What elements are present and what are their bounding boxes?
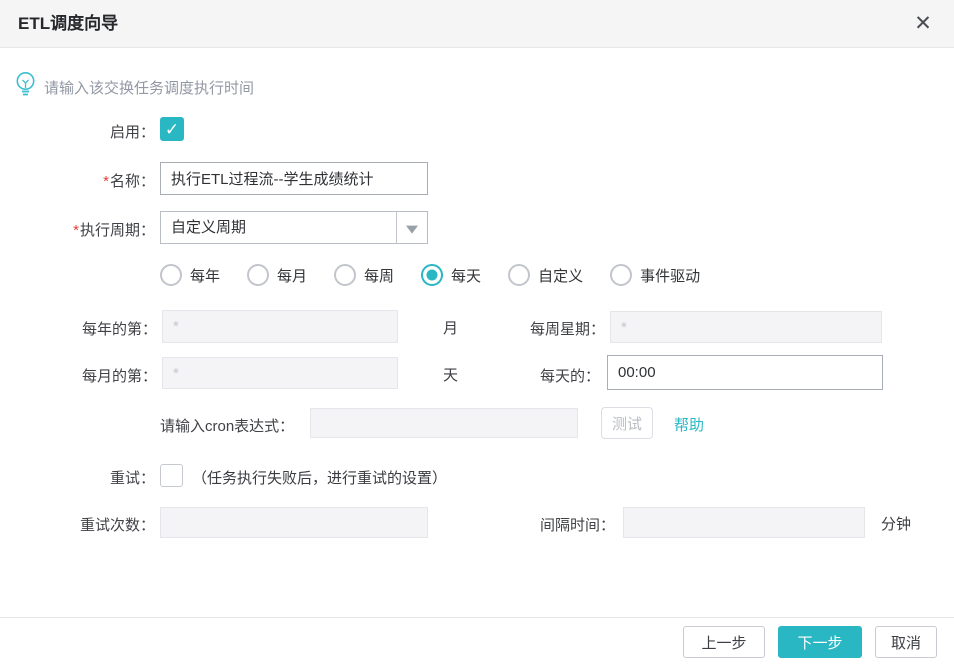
radio-icon — [610, 264, 632, 286]
required-mark: * — [73, 222, 79, 239]
close-icon[interactable]: ✕ — [908, 0, 938, 48]
etl-wizard-dialog: ETL调度向导 ✕ 请输入该交换任务调度执行时间 启用： *名称： *执行周期：… — [0, 0, 954, 670]
radio-option-yearly[interactable]: 每年 — [160, 264, 220, 286]
month-day-input — [162, 357, 398, 389]
tip-text: 请输入该交换任务调度执行时间 — [44, 77, 254, 98]
cron-help-link[interactable]: 帮助 — [674, 414, 704, 435]
radio-option-custom[interactable]: 自定义 — [508, 264, 583, 286]
retry-label: 重试： — [0, 467, 155, 488]
next-step-button[interactable]: 下一步 — [778, 626, 862, 658]
name-label: *名称： — [0, 170, 155, 191]
name-input[interactable] — [160, 162, 428, 195]
frequency-radio-group: 每年 每月 每周 每天 自定义 事件驱动 — [160, 264, 700, 286]
radio-icon — [508, 264, 530, 286]
dialog-header: ETL调度向导 ✕ — [0, 0, 954, 48]
year-day-label: 每年的第： — [0, 318, 157, 339]
month-day-label: 每月的第： — [0, 365, 157, 386]
dialog-title: ETL调度向导 — [18, 0, 118, 48]
cron-label: 请输入cron表达式： — [160, 415, 307, 436]
radio-icon — [334, 264, 356, 286]
interval-label: 间隔时间： — [460, 514, 615, 535]
radio-option-event-driven[interactable]: 事件驱动 — [610, 264, 700, 286]
radio-option-weekly[interactable]: 每周 — [334, 264, 394, 286]
enable-label: 启用： — [0, 121, 155, 142]
period-select-value: 自定义周期 — [171, 212, 246, 243]
chevron-down-icon[interactable] — [396, 212, 427, 243]
radio-icon — [421, 264, 443, 286]
retry-count-input — [160, 507, 428, 538]
cancel-button[interactable]: 取消 — [875, 626, 937, 658]
retry-checkbox[interactable] — [160, 464, 183, 487]
prev-step-button[interactable]: 上一步 — [683, 626, 765, 658]
retry-count-label: 重试次数： — [0, 514, 155, 535]
week-day-label: 每周星期： — [450, 318, 605, 339]
enable-checkbox[interactable] — [160, 117, 184, 141]
daily-time-input[interactable] — [607, 355, 883, 390]
year-day-input — [162, 310, 398, 343]
week-day-input — [610, 311, 882, 343]
interval-suffix: 分钟 — [881, 513, 911, 534]
period-select[interactable]: 自定义周期 — [160, 211, 428, 244]
radio-option-monthly[interactable]: 每月 — [247, 264, 307, 286]
period-label: *执行周期： — [0, 219, 155, 240]
retry-hint: （任务执行失败后，进行重试的设置） — [192, 467, 447, 488]
cron-input — [310, 408, 578, 438]
lightbulb-icon — [14, 71, 37, 103]
daily-time-label: 每天的： — [445, 365, 600, 386]
radio-icon — [247, 264, 269, 286]
footer-divider — [0, 617, 954, 618]
interval-input — [623, 507, 865, 538]
cron-test-button: 测试 — [601, 407, 653, 439]
radio-icon — [160, 264, 182, 286]
radio-option-daily[interactable]: 每天 — [421, 264, 481, 286]
required-mark: * — [103, 173, 109, 190]
